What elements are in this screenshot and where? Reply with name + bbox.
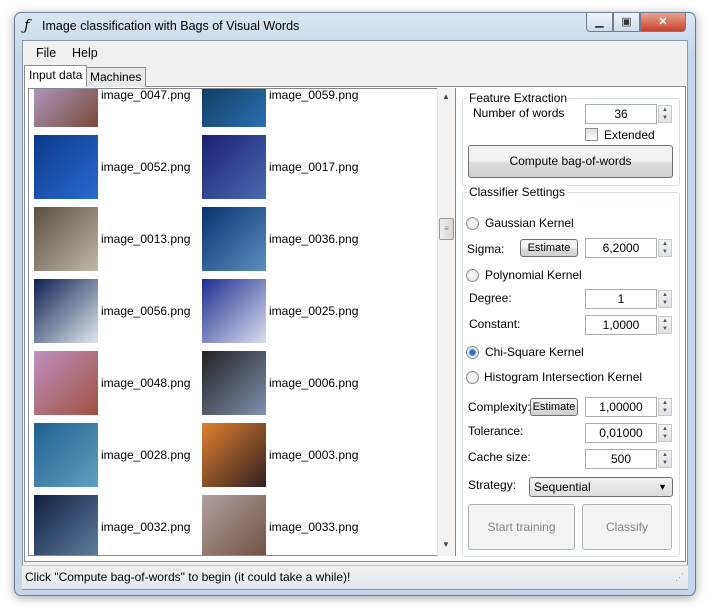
- image-thumbnail[interactable]: [34, 423, 98, 487]
- words-input[interactable]: 36: [585, 104, 657, 124]
- window-title: Image classification with Bags of Visual…: [42, 19, 300, 33]
- degree-input[interactable]: 1: [585, 289, 657, 309]
- sigma-estimate-button[interactable]: Estimate: [520, 239, 578, 257]
- image-thumbnail[interactable]: [202, 279, 266, 343]
- app-icon: ƒ: [24, 16, 30, 34]
- cache-size-input[interactable]: 500: [585, 449, 657, 469]
- image-filename[interactable]: image_0052.png: [101, 160, 190, 174]
- image-thumbnail[interactable]: [202, 495, 266, 555]
- image-filename[interactable]: image_0028.png: [101, 448, 190, 462]
- words-label: Number of words: [473, 106, 565, 120]
- menu-help[interactable]: Help: [72, 46, 98, 60]
- constant-label: Constant:: [469, 317, 521, 331]
- compute-bag-of-words-button[interactable]: Compute bag-of-words: [468, 145, 673, 178]
- sigma-input[interactable]: 6,2000: [585, 238, 657, 258]
- cache-size-spinner[interactable]: ▲ ▼: [658, 450, 672, 468]
- histogram-intersection-radio[interactable]: [466, 371, 479, 384]
- image-thumbnail[interactable]: [34, 495, 98, 555]
- image-filename[interactable]: image_0017.png: [269, 160, 358, 174]
- gaussian-label: Gaussian Kernel: [485, 216, 574, 230]
- menu-file[interactable]: File: [36, 46, 56, 60]
- image-filename[interactable]: image_0047.png: [101, 89, 190, 102]
- tolerance-label: Tolerance:: [468, 424, 524, 438]
- complexity-label: Complexity:: [468, 400, 531, 414]
- tab-machines[interactable]: Machines: [85, 67, 147, 87]
- image-filename[interactable]: image_0036.png: [269, 232, 358, 246]
- scroll-down-icon[interactable]: ▼: [442, 540, 450, 549]
- cache-size-label: Cache size:: [468, 450, 531, 464]
- image-filename[interactable]: image_0056.png: [101, 304, 190, 318]
- classify-button[interactable]: Classify: [582, 504, 672, 550]
- image-thumbnail[interactable]: [34, 207, 98, 271]
- image-filename[interactable]: image_0003.png: [269, 448, 358, 462]
- image-filename[interactable]: image_0048.png: [101, 376, 190, 390]
- tab-input-data[interactable]: Input data: [24, 65, 88, 87]
- tolerance-spinner[interactable]: ▲ ▼: [658, 424, 672, 442]
- chi-square-radio[interactable]: [466, 346, 479, 359]
- chevron-down-icon: ▼: [658, 482, 667, 492]
- degree-label: Degree:: [469, 291, 512, 305]
- image-filename[interactable]: image_0059.png: [269, 89, 358, 102]
- image-thumbnail[interactable]: [34, 351, 98, 415]
- image-filename[interactable]: image_0032.png: [101, 520, 190, 534]
- complexity-input[interactable]: 1,00000: [585, 397, 657, 417]
- image-thumbnail[interactable]: [202, 351, 266, 415]
- image-thumbnail[interactable]: [202, 135, 266, 199]
- start-training-button[interactable]: Start training: [468, 504, 575, 550]
- extended-label: Extended: [604, 128, 655, 142]
- image-filename[interactable]: image_0025.png: [269, 304, 358, 318]
- image-filename[interactable]: image_0013.png: [101, 232, 190, 246]
- gaussian-radio[interactable]: [466, 217, 479, 230]
- chi-square-label: Chi-Square Kernel: [485, 345, 584, 359]
- complexity-estimate-button[interactable]: Estimate: [530, 398, 578, 416]
- close-button[interactable]: ✕: [640, 12, 686, 32]
- feature-extraction-title: Feature Extraction: [467, 91, 570, 105]
- maximize-icon: ▣: [621, 16, 632, 28]
- histogram-intersection-label: Histogram Intersection Kernel: [484, 370, 643, 384]
- sigma-label: Sigma:: [467, 242, 505, 256]
- image-filename[interactable]: image_0006.png: [269, 376, 358, 390]
- image-thumbnail[interactable]: [202, 207, 266, 271]
- image-list[interactable]: image_0047.png image_0059.png image_0052.p…: [28, 88, 456, 556]
- maximize-button[interactable]: ▣: [613, 12, 640, 32]
- strategy-select[interactable]: Sequential ▼: [529, 477, 673, 497]
- scroll-thumb[interactable]: ≡: [439, 218, 454, 240]
- image-thumbnail[interactable]: [202, 89, 266, 127]
- image-thumbnail[interactable]: [34, 89, 98, 127]
- tolerance-input[interactable]: 0,01000: [585, 423, 657, 443]
- close-icon: ✕: [658, 16, 668, 28]
- strategy-label: Strategy:: [468, 478, 517, 492]
- polynomial-radio[interactable]: [466, 269, 479, 282]
- complexity-spinner[interactable]: ▲ ▼: [658, 398, 672, 416]
- scroll-up-icon[interactable]: ▲: [442, 92, 450, 101]
- list-scrollbar[interactable]: ▲ ≡ ▼: [437, 88, 455, 556]
- strategy-value: Sequential: [534, 480, 591, 494]
- extended-checkbox[interactable]: [585, 128, 598, 141]
- constant-input[interactable]: 1,0000: [585, 315, 657, 335]
- minimize-icon: ▁: [595, 16, 604, 28]
- image-filename[interactable]: image_0033.png: [269, 520, 358, 534]
- status-text: Click "Compute bag-of-words" to begin (i…: [25, 570, 351, 584]
- constant-spinner[interactable]: ▲ ▼: [658, 316, 672, 334]
- status-bar: Click "Compute bag-of-words" to begin (i…: [22, 565, 688, 589]
- resize-grip-icon[interactable]: ⋰: [675, 572, 684, 583]
- image-thumbnail[interactable]: [34, 279, 98, 343]
- minimize-button[interactable]: ▁: [586, 12, 613, 32]
- sigma-spinner[interactable]: ▲ ▼: [658, 239, 672, 257]
- image-thumbnail[interactable]: [34, 135, 98, 199]
- degree-spinner[interactable]: ▲ ▼: [658, 290, 672, 308]
- words-spinner[interactable]: ▲ ▼: [658, 105, 672, 123]
- polynomial-label: Polynomial Kernel: [485, 268, 582, 282]
- image-thumbnail[interactable]: [202, 423, 266, 487]
- classifier-settings-title: Classifier Settings: [467, 185, 568, 199]
